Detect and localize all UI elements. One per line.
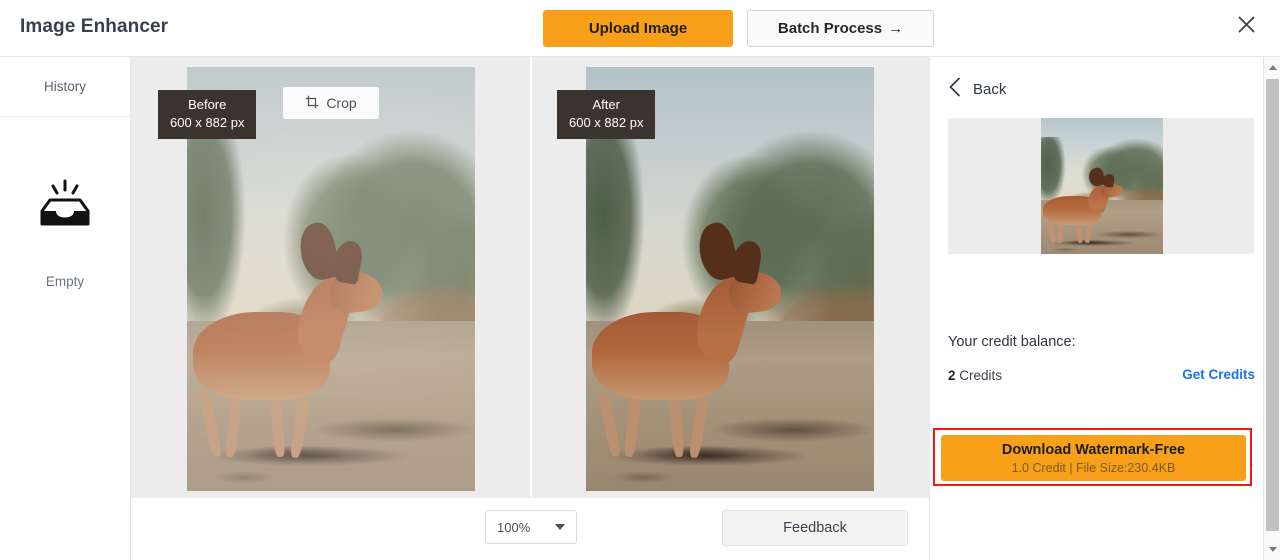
back-button-label: Back — [973, 81, 1007, 98]
scroll-up-arrow-icon[interactable] — [1264, 59, 1280, 76]
crop-button[interactable]: Crop — [283, 87, 379, 119]
photo-deer — [1043, 166, 1135, 246]
result-thumbnail-box[interactable] — [948, 118, 1254, 254]
after-tag: After 600 x 882 px — [557, 90, 656, 140]
credit-unit: Credits — [959, 368, 1003, 383]
after-tag-title: After — [592, 97, 620, 112]
history-sidebar: History Empty — [0, 57, 131, 560]
before-tag-dimensions: 600 x 882 px — [170, 114, 245, 130]
crop-button-label: Crop — [326, 95, 357, 111]
image-enhancer-app: Image Enhancer Upload Image Batch Proces… — [0, 0, 1280, 560]
page-title: Image Enhancer — [20, 16, 169, 37]
arrow-right-icon: → — [888, 20, 904, 37]
scrollbar-thumb[interactable] — [1266, 79, 1279, 531]
inbox-empty-icon — [37, 179, 93, 232]
upload-image-button[interactable]: Upload Image — [543, 10, 733, 47]
after-pane: After 600 x 882 px — [530, 57, 927, 497]
before-pane: Before 600 x 882 px Crop — [131, 57, 530, 497]
zoom-level-select[interactable]: 100% — [485, 510, 577, 544]
scroll-down-arrow-icon[interactable] — [1264, 541, 1280, 558]
after-tag-dimensions: 600 x 882 px — [569, 114, 644, 130]
download-button-title: Download Watermark-Free — [1001, 441, 1186, 458]
chevron-left-icon — [948, 77, 961, 102]
download-button-subtitle: 1.0 Credit | File Size:230.4KB — [1011, 460, 1176, 475]
batch-process-label: Batch Process — [777, 20, 883, 37]
back-button[interactable]: Back — [948, 77, 1006, 102]
comparison-canvas: Before 600 x 882 px Crop After 600 x 882… — [131, 57, 929, 497]
download-watermark-free-button[interactable]: Download Watermark-Free 1.0 Credit | Fil… — [941, 435, 1246, 481]
chevron-down-icon — [555, 524, 565, 530]
header-actions: Upload Image Batch Process → — [543, 10, 934, 47]
get-credits-link[interactable]: Get Credits — [1182, 367, 1255, 382]
zoom-level-value: 100% — [497, 519, 531, 535]
credit-balance-label: Your credit balance: — [948, 334, 1076, 350]
result-thumbnail-image — [1041, 118, 1163, 254]
batch-process-button[interactable]: Batch Process → — [747, 10, 934, 47]
download-highlight-outline: Download Watermark-Free 1.0 Credit | Fil… — [933, 428, 1252, 486]
history-empty-state: Empty — [0, 117, 130, 289]
close-icon[interactable] — [1229, 7, 1263, 41]
credit-balance-value: 2 Credits — [948, 368, 1002, 383]
tab-history[interactable]: History — [0, 57, 130, 117]
canvas-bottom-bar: 100% Feedback — [131, 497, 929, 560]
crop-icon — [305, 95, 319, 112]
before-tag-title: Before — [188, 97, 227, 112]
app-header: Image Enhancer Upload Image Batch Proces… — [0, 0, 1280, 57]
history-empty-label: Empty — [45, 274, 85, 289]
feedback-button[interactable]: Feedback — [722, 510, 908, 546]
panel-scrollbar[interactable] — [1263, 57, 1280, 560]
before-tag: Before 600 x 882 px — [158, 90, 257, 140]
credit-amount: 2 — [948, 368, 956, 383]
